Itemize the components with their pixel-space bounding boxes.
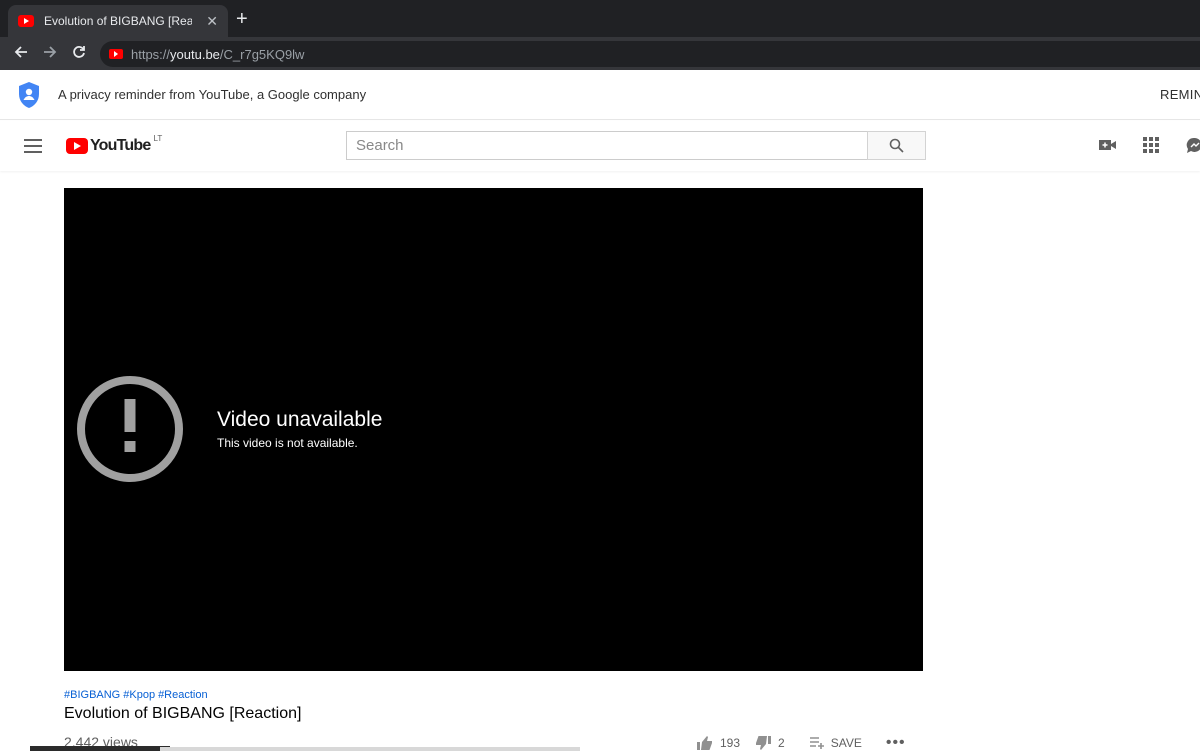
description-peek — [160, 747, 580, 751]
browser-tab[interactable]: Evolution of BIGBANG [Reaction] ✕ — [8, 5, 228, 37]
browser-tab-strip: Evolution of BIGBANG [Reaction] ✕ + — [0, 0, 1200, 37]
create-video-icon[interactable] — [1098, 137, 1118, 153]
reload-button[interactable] — [64, 44, 93, 64]
hashtag-link[interactable]: #BIGBANG — [64, 689, 120, 701]
like-button[interactable]: 193 — [696, 735, 740, 751]
more-actions-button[interactable]: ••• — [886, 734, 906, 752]
thumbs-up-icon — [697, 736, 712, 750]
playlist-add-icon — [809, 737, 824, 749]
search-button[interactable] — [867, 131, 926, 160]
shield-user-icon — [19, 82, 39, 108]
thumbnail-peek — [30, 746, 170, 751]
video-player[interactable]: Video unavailable This video is not avai… — [64, 188, 923, 671]
site-favicon-icon — [109, 49, 123, 59]
tab-close-icon[interactable]: ✕ — [206, 13, 218, 30]
youtube-play-icon — [66, 138, 88, 154]
back-arrow-icon — [14, 45, 27, 58]
hashtag-link[interactable]: #Kpop — [123, 689, 155, 701]
menu-icon[interactable] — [24, 139, 42, 157]
like-count: 193 — [720, 736, 741, 750]
url-text: https://youtu.be/C_r7g5KQ9lw — [131, 47, 304, 62]
new-tab-button[interactable]: + — [236, 8, 248, 31]
address-bar[interactable]: https://youtu.be/C_r7g5KQ9lw — [100, 41, 1200, 67]
save-label: SAVE — [830, 736, 862, 750]
back-button[interactable] — [6, 44, 35, 64]
hashtag-link[interactable]: #Reaction — [158, 689, 208, 701]
error-exclamation-icon — [77, 376, 183, 482]
youtube-masthead: YouTube LT Search — [0, 121, 1200, 171]
country-code: LT — [153, 133, 163, 143]
url-path: /C_r7g5KQ9lw — [219, 46, 305, 62]
dislike-count: 2 — [778, 736, 785, 750]
error-subtitle: This video is not available. — [217, 436, 358, 450]
error-title: Video unavailable — [217, 408, 383, 431]
browser-toolbar: https://youtu.be/C_r7g5KQ9lw — [0, 37, 1200, 70]
youtube-logo[interactable]: YouTube LT — [66, 133, 163, 155]
save-button[interactable]: SAVE — [809, 736, 862, 750]
dislike-button[interactable]: 2 — [754, 735, 785, 751]
logo-text: YouTube — [90, 137, 151, 154]
video-actions: 193 2 SAVE ••• — [696, 734, 906, 752]
privacy-reminder-text: A privacy reminder from YouTube, a Googl… — [58, 87, 367, 102]
remind-later-button[interactable]: REMIN — [1160, 87, 1200, 102]
youtube-favicon-icon — [18, 15, 34, 27]
reload-icon — [72, 45, 85, 58]
messages-icon[interactable] — [1186, 137, 1200, 155]
apps-grid-icon[interactable] — [1143, 137, 1159, 153]
privacy-reminder-bar: A privacy reminder from YouTube, a Googl… — [0, 70, 1200, 120]
url-host: youtu.be — [170, 46, 220, 62]
hashtag-list: #BIGBANG #Kpop #Reaction — [64, 689, 211, 701]
forward-button[interactable] — [35, 44, 64, 64]
thumbs-down-icon — [756, 736, 772, 750]
forward-arrow-icon — [43, 45, 56, 58]
tab-title: Evolution of BIGBANG [Reaction] — [44, 14, 193, 28]
video-title: Evolution of BIGBANG [Reaction] — [64, 705, 302, 722]
url-scheme: https:// — [131, 46, 171, 62]
search-icon — [889, 138, 904, 153]
search-input[interactable]: Search — [346, 131, 868, 160]
